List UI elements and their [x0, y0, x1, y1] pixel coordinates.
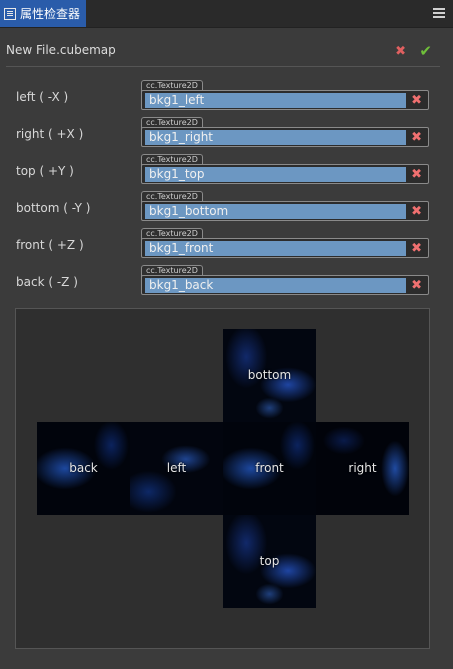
- apply-button[interactable]: ✔: [419, 42, 432, 60]
- hamburger-menu-icon[interactable]: [433, 6, 445, 20]
- preview-label-back: back: [69, 461, 98, 475]
- clear-icon[interactable]: ✖: [411, 277, 422, 294]
- face-row-back: back ( -Z ) cc.Texture2D bkg1_back ✖: [0, 265, 453, 295]
- preview-face-bottom: bottom: [223, 329, 316, 422]
- asset-field-right[interactable]: bkg1_right ✖: [141, 127, 429, 147]
- asset-field-back[interactable]: bkg1_back ✖: [141, 275, 429, 295]
- preview-label-bottom: bottom: [247, 368, 292, 382]
- asset-value-right: bkg1_right: [145, 130, 406, 145]
- asset-value-front: bkg1_front: [145, 241, 406, 256]
- clear-icon[interactable]: ✖: [411, 166, 422, 183]
- face-row-front: front ( +Z ) cc.Texture2D bkg1_front ✖: [0, 228, 453, 258]
- cubemap-preview: bottom back left front right top: [15, 308, 430, 649]
- preview-face-right: right: [316, 422, 409, 515]
- preview-face-back: back: [37, 422, 130, 515]
- preview-label-right: right: [348, 461, 377, 475]
- panel-icon: [4, 7, 16, 20]
- asset-field-left[interactable]: bkg1_left ✖: [141, 90, 429, 110]
- preview-face-front: front: [223, 422, 316, 515]
- tab-inspector[interactable]: 属性检查器: [0, 0, 86, 27]
- asset-field-front[interactable]: bkg1_front ✖: [141, 238, 429, 258]
- asset-field-top[interactable]: bkg1_top ✖: [141, 164, 429, 184]
- asset-value-top: bkg1_top: [145, 167, 406, 182]
- file-header: New File.cubemap ✖ ✔: [6, 36, 440, 67]
- preview-face-top: top: [223, 515, 316, 608]
- asset-field-bottom[interactable]: bkg1_bottom ✖: [141, 201, 429, 221]
- tab-bar: 属性检查器: [0, 0, 453, 28]
- asset-value-left: bkg1_left: [145, 93, 406, 108]
- face-label-bottom: bottom ( -Y ): [16, 201, 91, 215]
- face-label-front: front ( +Z ): [16, 238, 84, 252]
- preview-face-left: left: [130, 422, 223, 515]
- preview-label-front: front: [255, 461, 284, 475]
- face-row-bottom: bottom ( -Y ) cc.Texture2D bkg1_bottom ✖: [0, 191, 453, 221]
- face-row-top: top ( +Y ) cc.Texture2D bkg1_top ✖: [0, 154, 453, 184]
- clear-icon[interactable]: ✖: [411, 129, 422, 146]
- clear-icon[interactable]: ✖: [411, 240, 422, 257]
- revert-button[interactable]: ✖: [395, 44, 406, 59]
- preview-label-top: top: [259, 554, 280, 568]
- preview-label-left: left: [166, 461, 187, 475]
- face-row-left: left ( -X ) cc.Texture2D bkg1_left ✖: [0, 80, 453, 110]
- tab-inspector-label: 属性检查器: [20, 7, 81, 21]
- file-title: New File.cubemap: [6, 43, 116, 57]
- clear-icon[interactable]: ✖: [411, 203, 422, 220]
- asset-value-bottom: bkg1_bottom: [145, 204, 406, 219]
- asset-value-back: bkg1_back: [145, 278, 406, 293]
- face-label-top: top ( +Y ): [16, 164, 74, 178]
- face-label-back: back ( -Z ): [16, 275, 78, 289]
- face-label-left: left ( -X ): [16, 90, 69, 104]
- face-row-right: right ( +X ) cc.Texture2D bkg1_right ✖: [0, 117, 453, 147]
- face-label-right: right ( +X ): [16, 127, 84, 141]
- clear-icon[interactable]: ✖: [411, 92, 422, 109]
